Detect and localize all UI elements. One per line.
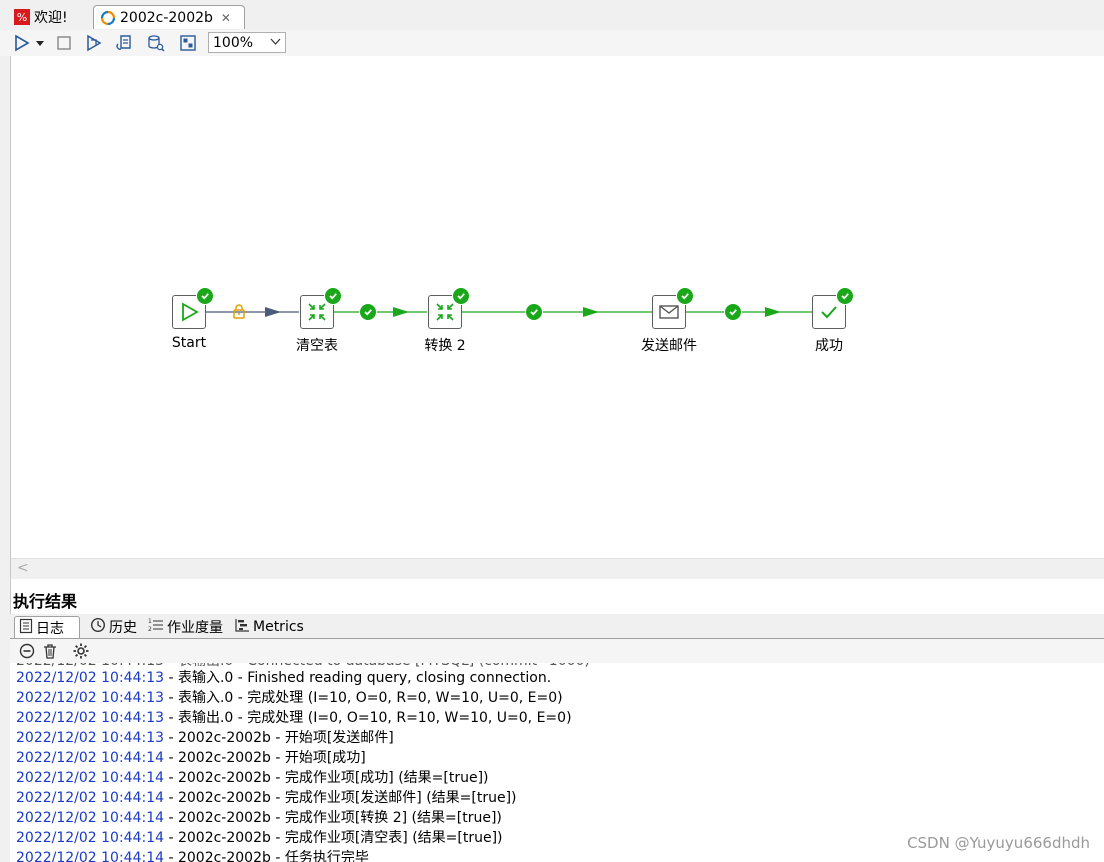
tab-history[interactable]: 历史	[86, 616, 144, 638]
transform-icon	[436, 303, 454, 321]
zoom-select[interactable]: 100%	[208, 32, 286, 53]
success-badge-icon	[836, 287, 854, 305]
delete-log-button[interactable]	[41, 642, 59, 660]
hop-success-icon	[724, 303, 742, 321]
log-line: 2022/12/02 10:44:13 - 表输出.0 - 完成处理 (I=0,…	[16, 710, 572, 726]
log-line: 2022/12/02 10:44:13 - 表输入.0 - Finished r…	[16, 670, 552, 686]
tab-job-2002c-2002b[interactable]: 2002c-2002b ✕	[93, 5, 245, 29]
svg-text:2: 2	[148, 626, 152, 633]
success-badge-icon	[676, 287, 694, 305]
node-label: 发送邮件	[641, 338, 697, 354]
script-icon	[116, 35, 131, 50]
hop-arrow	[583, 307, 599, 317]
log-line: 2022/12/02 10:44:14 - 2002c-2002b - 完成作业…	[16, 790, 517, 806]
node-label: 成功	[815, 338, 843, 354]
lock-icon	[232, 303, 246, 323]
trash-icon	[44, 644, 56, 659]
success-badge-icon	[324, 287, 342, 305]
tab-label: 2002c-2002b	[120, 9, 213, 26]
check-job-button[interactable]	[115, 33, 135, 53]
job-toolbar: 100%	[0, 30, 1104, 57]
tab-log[interactable]: 日志	[14, 616, 80, 638]
log-toolbar	[10, 639, 1104, 663]
close-icon[interactable]: ✕	[221, 11, 231, 25]
chevron-down-icon	[270, 36, 281, 50]
transform-icon	[308, 303, 326, 321]
stop-button[interactable]	[54, 33, 74, 53]
panel-title: 执行结果	[13, 592, 78, 611]
document-icon	[19, 618, 33, 638]
sql-button[interactable]	[146, 33, 166, 53]
database-search-icon	[148, 35, 165, 52]
job-canvas[interactable]: Start 清空表 转换 2 发送邮件 成功	[11, 56, 1104, 558]
run-options-dropdown[interactable]	[33, 33, 47, 53]
success-badge-icon	[452, 287, 470, 305]
node-label: 转换 2	[424, 338, 466, 354]
canvas-horizontal-scrollbar[interactable]: <	[11, 558, 1104, 579]
log-line: 2022/12/02 10:44:14 - 2002c-2002b - 开始项[…	[16, 750, 366, 766]
zoom-value: 100%	[213, 34, 254, 51]
svg-text:%: %	[17, 11, 27, 24]
job-icon	[100, 10, 116, 26]
tab-metrics[interactable]: Metrics	[230, 616, 314, 638]
watermark: CSDN @Yuyuyu666dhdh	[907, 834, 1090, 852]
hop-arrow	[393, 307, 409, 317]
log-line: 2022/12/02 10:44:14 - 2002c-2002b - 任务执行…	[16, 850, 369, 862]
success-badge-icon	[196, 287, 214, 305]
check-icon	[821, 306, 837, 319]
node-label: Start	[171, 335, 207, 351]
stop-icon	[57, 36, 71, 50]
replay-button[interactable]	[84, 33, 104, 53]
log-line: 2022/12/02 10:44:13 - 表输入.0 - 完成处理 (I=10…	[16, 690, 563, 706]
replay-icon	[87, 34, 102, 52]
editor-tab-strip: % 欢迎! 2002c-2002b ✕	[0, 0, 1104, 31]
kettle-logo-icon: %	[14, 9, 30, 25]
log-line: 2022/12/02 10:44:13 - 2002c-2002b - 开始项[…	[16, 730, 394, 746]
node-label: 清空表	[296, 338, 338, 354]
hop-arrow	[265, 307, 281, 317]
hop-arrow	[765, 307, 781, 317]
hop-success-icon	[359, 303, 377, 321]
clear-log-button[interactable]	[18, 642, 36, 660]
scroll-left-icon[interactable]: <	[17, 560, 29, 576]
gantt-icon	[234, 617, 250, 637]
log-line: 2022/12/02 10:44:14 - 2002c-2002b - 完成作业…	[16, 770, 489, 786]
play-icon	[15, 34, 30, 52]
mail-icon	[659, 305, 679, 319]
chevron-down-icon	[36, 41, 44, 46]
minus-circle-icon	[19, 643, 35, 659]
tab-welcome[interactable]: % 欢迎!	[8, 5, 94, 29]
gear-icon	[73, 643, 89, 659]
log-output[interactable]: 2022/12/02 10:44:13 - 表输出.0 - Connected …	[10, 663, 1104, 862]
tab-label: 欢迎!	[34, 10, 68, 26]
grid-layout-icon	[180, 35, 196, 51]
play-icon	[182, 302, 199, 322]
svg-text:1: 1	[148, 618, 152, 625]
results-tab-bar: 日志 历史 12 作业度量 Metrics	[10, 614, 1104, 639]
log-line: 2022/12/02 10:44:14 - 2002c-2002b - 完成作业…	[16, 810, 502, 826]
log-settings-button[interactable]	[72, 642, 90, 660]
hop-success-icon	[525, 303, 543, 321]
log-line: 2022/12/02 10:44:14 - 2002c-2002b - 完成作业…	[16, 830, 503, 846]
tab-job-metrics[interactable]: 12 作业度量	[144, 616, 230, 638]
run-button[interactable]	[12, 33, 32, 53]
clock-icon	[90, 617, 106, 637]
numbered-list-icon: 12	[148, 617, 164, 637]
layout-button[interactable]	[178, 33, 198, 53]
